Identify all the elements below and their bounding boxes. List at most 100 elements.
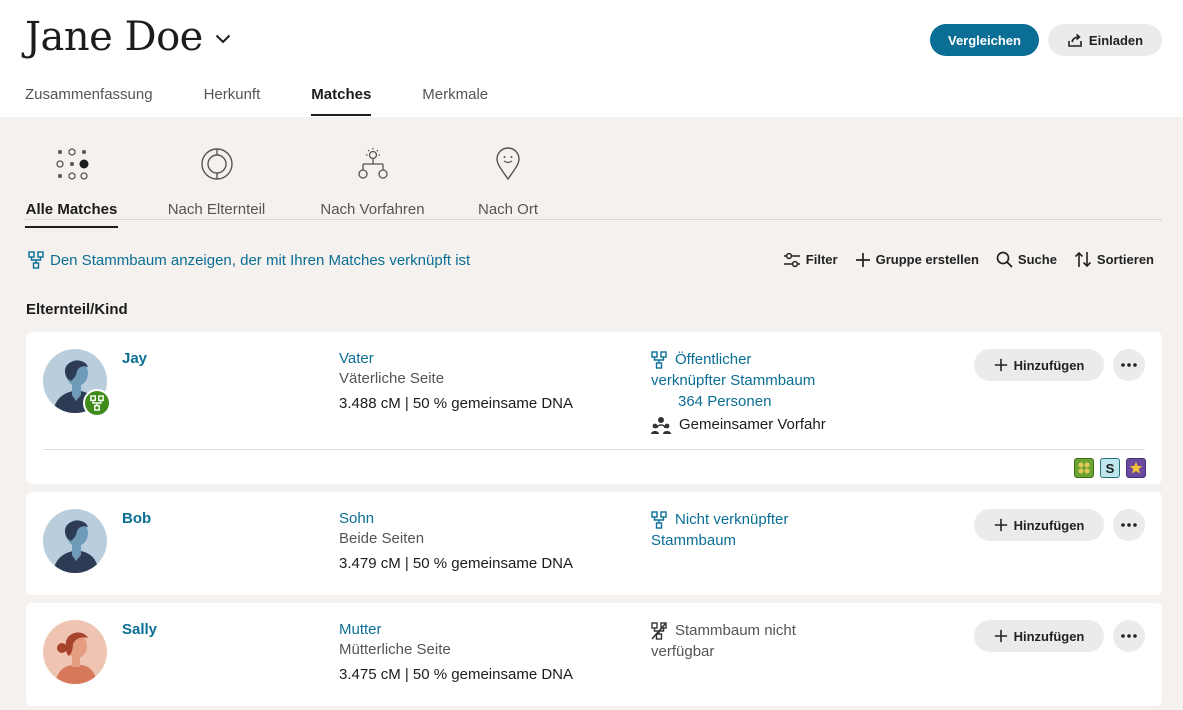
common-ancestor-label: Gemeinsamer Vorfahr: [679, 416, 826, 433]
match-side: Beide Seiten: [339, 530, 425, 547]
invite-label: Einladen: [1088, 32, 1144, 48]
tree-info: Stammbaum nicht verfügbar: [651, 620, 861, 662]
invite-button[interactable]: Einladen: [1048, 24, 1162, 56]
more-dots-icon: [1121, 363, 1137, 367]
common-ancestor[interactable]: Gemeinsamer Vorfahr: [651, 414, 861, 435]
subtab-label: Alle Matches: [25, 201, 118, 228]
match-side: Väterliche Seite: [339, 370, 445, 387]
view-linked-tree-link[interactable]: Den Stammbaum anzeigen, der mit Ihren Ma…: [28, 251, 470, 269]
plus-icon: [994, 518, 1007, 532]
match-card[interactable]: Bob Sohn Beide Seiten 3.479 cM | 50 % ge…: [26, 492, 1162, 595]
shared-dna: 3.475 cM | 50 % gemeinsame DNA: [339, 666, 574, 683]
match-side: Mütterliche Seite: [339, 641, 451, 658]
dots-grid-icon: [55, 148, 88, 180]
plus-icon: [994, 358, 1007, 372]
tree-status: Stammbaum nicht: [675, 622, 796, 639]
shared-dna: 3.479 cM | 50 % gemeinsame DNA: [339, 555, 574, 572]
tab-matches[interactable]: Matches: [311, 86, 372, 116]
tree-person-count[interactable]: 364 Personen: [651, 391, 861, 412]
tab-traits[interactable]: Merkmale: [422, 86, 488, 116]
subtab-label: Nach Ort: [477, 201, 538, 218]
match-name[interactable]: Bob: [122, 510, 151, 527]
filter-label: Filter: [805, 252, 838, 267]
profile-switcher[interactable]: Jane Doe: [25, 14, 231, 60]
avatar[interactable]: [43, 509, 107, 573]
view-linked-tree-label: Den Stammbaum anzeigen, der mit Ihren Ma…: [50, 251, 471, 269]
match-name[interactable]: Sally: [122, 621, 157, 638]
compare-button[interactable]: Vergleichen: [930, 24, 1039, 56]
group-heading: Elternteil/Kind: [26, 301, 128, 318]
ancestor-tree-icon: [357, 148, 388, 179]
group-tag-icon[interactable]: [1074, 458, 1094, 478]
more-options-button[interactable]: [1113, 620, 1145, 652]
tree-badge: [83, 389, 111, 417]
tree-status-line2[interactable]: verknüpfter Stammbaum: [651, 370, 861, 391]
filter-button[interactable]: Filter: [783, 252, 838, 268]
tree-status-line2[interactable]: Stammbaum: [651, 530, 861, 551]
card-divider: [43, 449, 1145, 450]
tree-info: Nicht verknüpfter Stammbaum: [651, 509, 861, 551]
unlinked-tree-link[interactable]: Nicht verknüpfter: [651, 509, 861, 530]
search-button[interactable]: Suche: [996, 251, 1057, 268]
share-icon: [1068, 33, 1082, 47]
male-avatar-icon: [43, 509, 107, 573]
tree-unavailable-icon: [651, 622, 667, 640]
search-label: Suche: [1017, 252, 1057, 267]
subtab-by-location[interactable]: Nach Ort: [476, 147, 540, 226]
match-card[interactable]: Sally Mutter Mütterliche Seite 3.475 cM …: [26, 603, 1162, 706]
add-button[interactable]: Hinzufügen: [974, 349, 1104, 381]
avatar[interactable]: [43, 620, 107, 684]
match-relationship[interactable]: Mutter: [339, 621, 382, 638]
tree-info: Öffentlicher verknüpfter Stammbaum 364 P…: [651, 349, 861, 435]
subtab-all-matches[interactable]: Alle Matches: [25, 147, 118, 228]
add-button[interactable]: Hinzufügen: [974, 620, 1104, 652]
plus-icon: [855, 252, 870, 267]
subtab-label: Nach Elternteil: [167, 201, 266, 218]
more-dots-icon: [1121, 634, 1137, 638]
chevron-down-icon[interactable]: [215, 34, 231, 44]
linked-tree-link[interactable]: Öffentlicher: [651, 349, 861, 370]
tree-status: Öffentlicher: [675, 351, 752, 368]
family-tree-icon: [651, 511, 667, 529]
match-relationship[interactable]: Vater: [339, 350, 374, 367]
subtab-by-parent[interactable]: Nach Elternteil: [166, 147, 267, 226]
female-avatar-icon: [43, 620, 107, 684]
create-group-label: Gruppe erstellen: [875, 252, 979, 267]
match-toolbar: Filter Gruppe erstellen Suche Sortieren: [783, 251, 1154, 268]
family-tree-icon: [90, 395, 104, 411]
subtab-by-ancestor[interactable]: Nach Vorfahren: [319, 147, 426, 226]
matches-panel: Alle Matches Nach Elternteil Nach Vorfah…: [0, 117, 1183, 710]
add-label: Hinzufügen: [1013, 517, 1085, 533]
search-icon: [996, 251, 1013, 268]
tree-status: Nicht verknüpfter: [675, 511, 789, 528]
match-relationship[interactable]: Sohn: [339, 510, 374, 527]
tab-origin[interactable]: Herkunft: [204, 86, 261, 116]
more-dots-icon: [1121, 523, 1137, 527]
sort-label: Sortieren: [1096, 252, 1154, 267]
page-header: Jane Doe Vergleichen Einladen Zusammenfa…: [0, 0, 1183, 117]
tree-status-line2: verfügbar: [651, 643, 715, 660]
family-tree-icon: [28, 251, 44, 269]
match-name[interactable]: Jay: [122, 350, 147, 367]
create-group-button[interactable]: Gruppe erstellen: [855, 252, 979, 268]
shared-dna: 3.488 cM | 50 % gemeinsame DNA: [339, 395, 574, 412]
people-icon: [651, 416, 671, 434]
add-label: Hinzufügen: [1013, 628, 1085, 644]
subtab-label: Nach Vorfahren: [320, 201, 425, 218]
sort-button[interactable]: Sortieren: [1074, 251, 1154, 268]
family-tree-icon: [651, 351, 667, 369]
more-options-button[interactable]: [1113, 349, 1145, 381]
location-pin-icon: [496, 147, 520, 181]
add-button[interactable]: Hinzufügen: [974, 509, 1104, 541]
star-icon[interactable]: [1126, 458, 1146, 478]
main-nav: Zusammenfassung Herkunft Matches Merkmal…: [25, 86, 539, 116]
match-view-tabs: Alle Matches Nach Elternteil Nach Vorfah…: [25, 147, 1162, 228]
add-label: Hinzufügen: [1013, 357, 1085, 373]
more-options-button[interactable]: [1113, 509, 1145, 541]
page-title: Jane Doe: [25, 14, 203, 60]
tab-summary[interactable]: Zusammenfassung: [25, 86, 153, 116]
s-tag[interactable]: S: [1100, 458, 1120, 478]
match-card[interactable]: Jay Vater Väterliche Seite 3.488 cM | 50…: [26, 332, 1162, 484]
plus-icon: [994, 629, 1007, 643]
match-tags: S: [1074, 458, 1146, 478]
